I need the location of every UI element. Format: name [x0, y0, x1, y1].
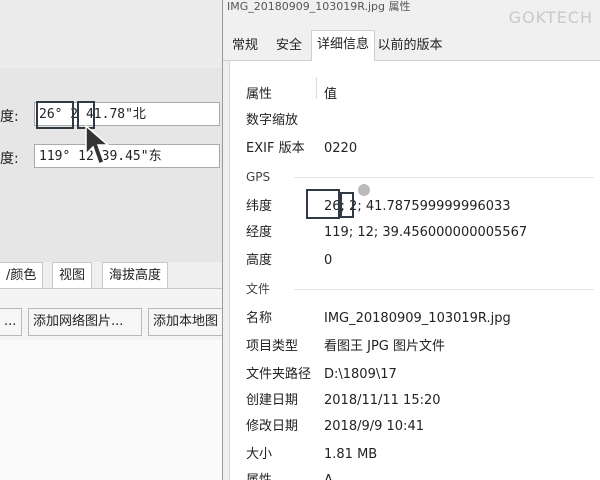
row-value: D:\1809\17	[324, 367, 397, 382]
gps-group-header: GPS	[246, 170, 271, 184]
row-key: 修改日期	[246, 419, 299, 434]
row-attributes[interactable]: 属性 A	[230, 469, 600, 480]
dialog-tabbar: 常规 安全 详细信息 以前的版本	[223, 30, 600, 63]
file-group-header: 文件	[246, 282, 271, 296]
row-created-date[interactable]: 创建日期 2018/11/11 15:20	[230, 389, 600, 413]
row-key: 经度	[246, 225, 273, 240]
row-size[interactable]: 大小 1.81 MB	[230, 443, 600, 467]
group-divider	[294, 289, 594, 290]
row-value: 看图王 JPG 图片文件	[324, 339, 446, 354]
left-button-row: ... 添加网络图片... 添加本地图	[0, 308, 222, 338]
watermark: GOKTECH	[508, 8, 593, 27]
row-key: 数字缩放	[246, 113, 299, 128]
longitude-field[interactable]: 119° 12 39.45"东	[34, 144, 220, 168]
browse-button[interactable]: ...	[0, 308, 22, 336]
minutes-highlight-box	[340, 192, 354, 218]
tab-color[interactable]: /颜色	[0, 262, 44, 288]
row-value: A	[324, 469, 333, 480]
row-key: 名称	[246, 311, 273, 326]
tab-altitude[interactable]: 海拔高度	[102, 262, 169, 288]
mouse-pointer-icon	[85, 124, 111, 165]
tab-previous-versions[interactable]: 以前的版本	[377, 32, 443, 60]
row-value: 2018/11/11 15:20	[324, 393, 441, 408]
dialog-title: IMG_20180909_103019R.jpg 属性	[227, 0, 411, 13]
row-value: 1.81 MB	[324, 447, 378, 462]
row-value: 2018/9/9 10:41	[324, 419, 424, 434]
row-name[interactable]: 名称 IMG_20180909_103019R.jpg	[230, 307, 600, 331]
row-value: 0	[324, 253, 333, 268]
row-key: 项目类型	[246, 339, 299, 354]
row-altitude[interactable]: 高度 0	[230, 249, 600, 273]
row-value: 119; 12; 39.456000000005567	[324, 225, 528, 240]
value-column-header[interactable]: 值	[324, 83, 337, 102]
row-key: 高度	[246, 253, 273, 268]
tab-general[interactable]: 常规	[229, 32, 261, 60]
file-properties-dialog: IMG_20180909_103019R.jpg 属性 GOKTECH 常规 安…	[222, 0, 600, 480]
row-key: 大小	[246, 447, 273, 462]
row-key: 属性	[246, 469, 272, 480]
row-digital-zoom[interactable]: 数字缩放	[230, 109, 600, 133]
degrees-highlight-box	[36, 101, 74, 129]
row-modified-date[interactable]: 修改日期 2018/9/9 10:41	[230, 415, 600, 439]
degrees-highlight-box	[306, 189, 340, 219]
row-item-type[interactable]: 项目类型 看图王 JPG 图片文件	[230, 335, 600, 359]
row-key: EXIF 版本	[246, 141, 305, 156]
left-lower-area	[0, 340, 222, 480]
row-value: IMG_20180909_103019R.jpg	[324, 311, 511, 326]
add-local-image-button[interactable]: 添加本地图	[148, 308, 222, 336]
group-divider	[294, 177, 594, 178]
row-key: 文件夹路径	[246, 367, 312, 382]
latitude-label: 度:	[0, 109, 19, 125]
property-column-header[interactable]: 属性	[246, 83, 272, 102]
column-divider[interactable]	[316, 77, 317, 99]
row-key: 纬度	[246, 199, 273, 214]
row-key: 创建日期	[246, 393, 299, 408]
tab-view[interactable]: 视图	[52, 262, 93, 288]
geotag-app-window: 度: 26° 2 41.78"北 度: 119° 12 39.45"东 /颜色 …	[0, 0, 222, 480]
row-folder-path[interactable]: 文件夹路径 D:\1809\17	[230, 363, 600, 387]
left-tabbar: /颜色 视图 海拔高度	[0, 262, 222, 289]
tab-security[interactable]: 安全	[273, 32, 305, 60]
longitude-label: 度:	[0, 151, 19, 167]
details-list: 属性 值 数字缩放 EXIF 版本 0220 GPS 纬度 26; 2; 41.…	[229, 61, 600, 480]
row-value: 0220	[324, 141, 358, 156]
row-latitude[interactable]: 纬度 26; 2; 41.787599999996033	[230, 195, 600, 219]
tab-details[interactable]: 详细信息	[311, 30, 375, 63]
row-longitude[interactable]: 经度 119; 12; 39.456000000005567	[230, 221, 600, 245]
app-titlebar	[0, 0, 222, 68]
add-web-image-button[interactable]: 添加网络图片...	[28, 308, 142, 336]
row-exif-version[interactable]: EXIF 版本 0220	[230, 137, 600, 161]
